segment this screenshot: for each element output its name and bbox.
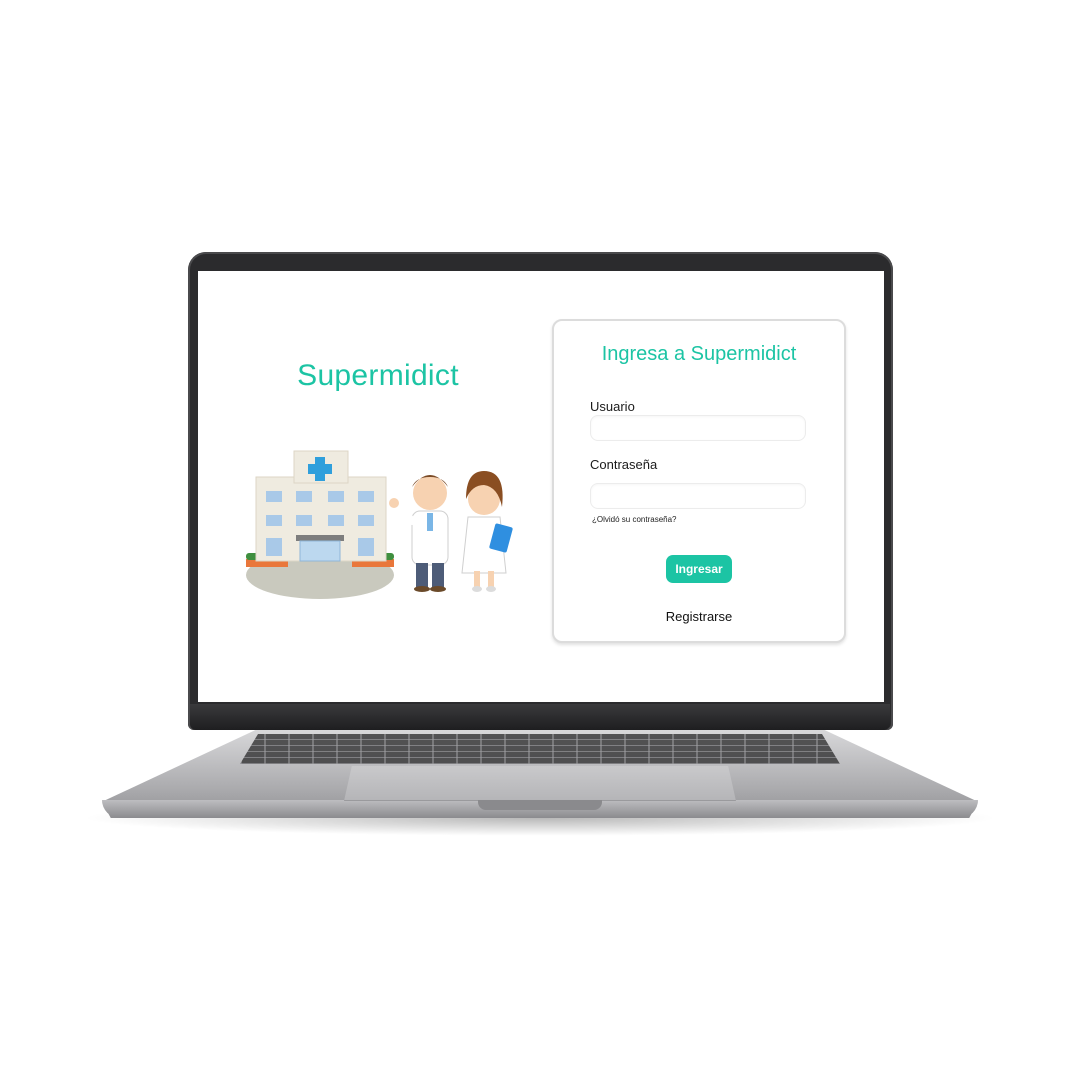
- hospital-illustration: [244, 441, 524, 601]
- laptop-screen: Supermidict Ingresa a Supermidict Usuari…: [198, 271, 884, 702]
- laptop-keyboard: [240, 734, 840, 764]
- forgot-password-link[interactable]: ¿Olvidó su contraseña?: [592, 515, 677, 524]
- laptop-notch: [478, 800, 602, 810]
- username-label: Usuario: [590, 399, 635, 414]
- login-button[interactable]: Ingresar: [666, 555, 732, 583]
- password-input[interactable]: [590, 483, 806, 509]
- laptop-hinge: [190, 704, 890, 730]
- laptop-trackpad: [344, 766, 736, 801]
- hospital-icon: [246, 450, 513, 599]
- brand-title: Supermidict: [297, 359, 459, 392]
- register-link[interactable]: Registrarse: [554, 609, 844, 624]
- login-card: Ingresa a Supermidict Usuario Contraseña…: [552, 319, 846, 643]
- password-label: Contraseña: [590, 457, 658, 472]
- login-title: Ingresa a Supermidict: [601, 343, 797, 365]
- username-input[interactable]: [590, 415, 806, 441]
